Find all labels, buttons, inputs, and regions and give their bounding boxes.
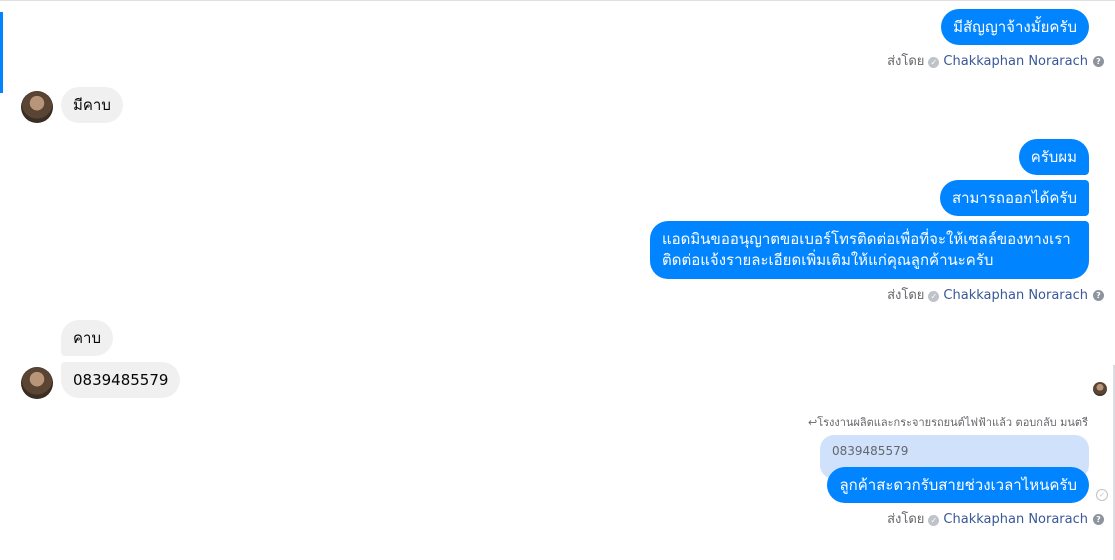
sent-by-label: ส่งโดย ✓ Chakkaphan Norarach ? bbox=[887, 288, 1104, 304]
sent-by-label: ส่งโดย ✓ Chakkaphan Norarach ? bbox=[887, 54, 1104, 70]
delivered-check-icon: ✓ bbox=[1096, 489, 1108, 501]
sent-by-prefix: ส่งโดย bbox=[887, 512, 925, 527]
verified-check-icon: ✓ bbox=[928, 514, 940, 526]
verified-check-icon: ✓ bbox=[928, 56, 940, 68]
sender-name-link[interactable]: Chakkaphan Norarach bbox=[943, 512, 1088, 528]
message-text: คาบ bbox=[73, 329, 101, 347]
message-bubble-incoming[interactable]: คาบ bbox=[61, 320, 113, 356]
message-text: ลูกค้าสะดวกรับสายช่วงเวลาไหนครับ bbox=[839, 476, 1077, 494]
message-bubble-outgoing[interactable]: มีสัญญาจ้างมั้ยครับ bbox=[941, 9, 1089, 45]
message-text: มีสัญญาจ้างมั้ยครับ bbox=[953, 18, 1077, 36]
message-bubble-outgoing[interactable]: แอดมินขออนุญาตขอเบอร์โทรติดต่อเพื่อที่จะ… bbox=[650, 221, 1089, 279]
message-text-line: ติดต่อแจ้งรายละเอียดเพิ่มเติมให้แก่คุณลู… bbox=[662, 251, 994, 269]
avatar[interactable] bbox=[21, 367, 53, 399]
message-text: มีคาบ bbox=[73, 96, 111, 114]
help-icon[interactable]: ? bbox=[1093, 290, 1104, 301]
quoted-text: 0839485579 bbox=[832, 444, 909, 458]
message-bubble-outgoing[interactable]: สามารถออกได้ครับ bbox=[939, 180, 1089, 216]
message-text: 0839485579 bbox=[73, 371, 169, 389]
scroll-position-indicator bbox=[0, 12, 3, 93]
reply-arrow-icon: ↩ bbox=[808, 416, 818, 429]
help-icon[interactable]: ? bbox=[1093, 514, 1104, 525]
sender-name-link[interactable]: Chakkaphan Norarach bbox=[943, 288, 1088, 304]
help-icon[interactable]: ? bbox=[1093, 56, 1104, 67]
verified-check-icon: ✓ bbox=[928, 290, 940, 302]
sent-by-prefix: ส่งโดย bbox=[887, 288, 925, 303]
sent-by-label: ส่งโดย ✓ Chakkaphan Norarach ? bbox=[887, 512, 1104, 528]
seen-avatar-icon bbox=[1093, 382, 1107, 396]
top-divider bbox=[0, 0, 1115, 1]
message-bubble-outgoing[interactable]: ครับผม bbox=[1018, 139, 1089, 175]
message-text: สามารถออกได้ครับ bbox=[951, 189, 1077, 207]
message-text-line: แอดมินขออนุญาตขอเบอร์โทรติดต่อเพื่อที่จะ… bbox=[662, 230, 1071, 248]
message-bubble-outgoing[interactable]: ลูกค้าสะดวกรับสายช่วงเวลาไหนครับ bbox=[827, 467, 1089, 503]
avatar[interactable] bbox=[21, 91, 53, 123]
message-text: ครับผม bbox=[1030, 148, 1077, 166]
sender-name-link[interactable]: Chakkaphan Norarach bbox=[943, 54, 1088, 70]
message-bubble-incoming[interactable]: 0839485579 bbox=[61, 362, 181, 398]
message-bubble-incoming[interactable]: มีคาบ bbox=[61, 87, 123, 123]
reply-context-label: ↩โรงงานผลิตและกระจายรถยนต์ไฟฟ้าแล้ว ตอบก… bbox=[808, 416, 1088, 429]
sent-by-prefix: ส่งโดย bbox=[887, 54, 925, 69]
